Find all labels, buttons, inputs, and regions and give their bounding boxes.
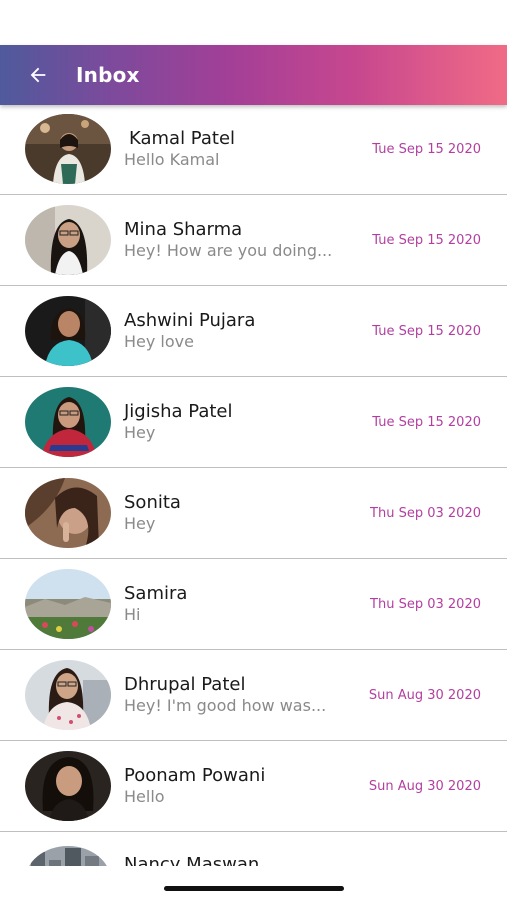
message-date: Tue Sep 15 2020 — [372, 142, 481, 157]
message-preview: Hey love — [124, 332, 194, 351]
conversation-row[interactable]: Poonam Powani Hello Sun Aug 30 2020 — [0, 741, 507, 832]
contact-name: Nancy Maswan — [124, 854, 260, 866]
arrow-left-icon — [30, 67, 46, 83]
avatar — [25, 114, 111, 184]
avatar — [25, 751, 111, 821]
message-preview: Hey! I'm good how was... — [124, 696, 327, 715]
conversation-row[interactable]: Ashwini Pujara Hey love Tue Sep 15 2020 — [0, 286, 507, 377]
avatar — [25, 660, 111, 730]
message-preview: Hey — [124, 423, 156, 442]
conversation-row[interactable]: Nancy Maswan — [0, 832, 507, 866]
contact-name: Poonam Powani — [124, 765, 266, 786]
message-preview: Hey — [124, 514, 156, 533]
message-date: Thu Sep 03 2020 — [370, 506, 481, 521]
contact-name: Dhrupal Patel — [124, 674, 246, 695]
conversation-row[interactable]: Mina Sharma Hey! How are you doing... Tu… — [0, 195, 507, 286]
contact-name: Sonita — [124, 492, 181, 513]
avatar — [25, 569, 111, 639]
avatar — [25, 296, 111, 366]
message-date: Tue Sep 15 2020 — [372, 233, 481, 248]
message-date: Sun Aug 30 2020 — [368, 688, 481, 703]
message-date: Thu Sep 03 2020 — [370, 597, 481, 612]
contact-name: Samira — [124, 583, 188, 604]
message-preview: Hello Kamal — [124, 150, 220, 169]
message-preview: Hey! How are you doing... — [124, 241, 333, 260]
bottom-safe-area — [0, 866, 507, 900]
conversation-row[interactable]: Dhrupal Patel Hey! I'm good how was... S… — [0, 650, 507, 741]
avatar — [25, 205, 111, 275]
home-indicator[interactable] — [164, 886, 344, 891]
conversation-row[interactable]: Kamal Patel Hello Kamal Tue Sep 15 2020 — [0, 104, 507, 195]
avatar — [25, 846, 111, 866]
conversation-row[interactable]: Jigisha Patel Hey Tue Sep 15 2020 — [0, 377, 507, 468]
contact-name: Jigisha Patel — [124, 401, 233, 422]
conversation-list[interactable]: Kamal Patel Hello Kamal Tue Sep 15 2020 … — [0, 104, 507, 866]
contact-name: Kamal Patel — [129, 128, 236, 149]
message-date: Sun Aug 30 2020 — [368, 779, 481, 794]
back-button[interactable] — [18, 55, 58, 95]
avatar — [25, 387, 111, 457]
message-date: Tue Sep 15 2020 — [372, 415, 481, 430]
avatar — [25, 478, 111, 548]
message-preview: Hello — [124, 787, 165, 806]
conversation-row[interactable]: Sonita Hey Thu Sep 03 2020 — [0, 468, 507, 559]
contact-name: Ashwini Pujara — [124, 310, 256, 331]
message-date: Tue Sep 15 2020 — [372, 324, 481, 339]
page-title: Inbox — [76, 63, 140, 87]
app-header: Inbox — [0, 45, 507, 105]
conversation-row[interactable]: Samira Hi Thu Sep 03 2020 — [0, 559, 507, 650]
message-preview: Hi — [124, 605, 141, 624]
contact-name: Mina Sharma — [124, 219, 243, 240]
status-bar-area — [0, 0, 507, 45]
